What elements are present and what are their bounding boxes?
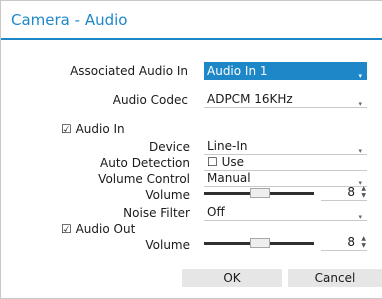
audio-in-check-box: ☑ bbox=[61, 122, 72, 136]
audio-in-label: Audio In bbox=[75, 122, 125, 136]
noise-filter-label: Noise Filter bbox=[123, 206, 190, 220]
audio-in-volume-stepper[interactable]: 8 ▲ ▼ bbox=[321, 185, 367, 201]
associated-audio-in-value: Audio In 1 bbox=[207, 64, 268, 78]
auto-detection-option-label: Use bbox=[221, 155, 245, 169]
noise-filter-value: Off bbox=[207, 205, 225, 219]
auto-detection-checkbox[interactable]: ☐ Use bbox=[204, 154, 367, 171]
spin-arrows-icon[interactable]: ▲ ▼ bbox=[361, 185, 366, 199]
associated-audio-in-select[interactable]: Audio In 1 ▾ bbox=[204, 62, 367, 80]
auto-detection-check-box: ☐ bbox=[207, 155, 218, 169]
audio-codec-label: Audio Codec bbox=[112, 93, 188, 107]
audio-in-volume-label: Volume bbox=[145, 188, 190, 202]
chevron-down-icon: ▾ bbox=[358, 72, 362, 80]
slider-thumb[interactable] bbox=[250, 238, 270, 248]
audio-codec-value: ADPCM 16KHz bbox=[207, 92, 293, 106]
spin-arrows-icon[interactable]: ▲ ▼ bbox=[361, 235, 366, 249]
cancel-button[interactable]: Cancel bbox=[288, 269, 382, 287]
audio-out-check-box: ☑ bbox=[61, 222, 72, 236]
ok-button[interactable]: OK bbox=[182, 269, 282, 287]
chevron-down-icon: ▾ bbox=[358, 100, 362, 108]
device-select[interactable]: Line-In ▾ bbox=[204, 138, 367, 155]
audio-out-volume-label: Volume bbox=[145, 238, 190, 252]
dialog-title: Camera - Audio bbox=[11, 11, 128, 29]
title-divider bbox=[1, 38, 382, 40]
volume-control-value: Manual bbox=[207, 171, 251, 185]
audio-in-checkbox[interactable]: ☑ Audio In bbox=[61, 122, 125, 136]
volume-control-label: Volume Control bbox=[98, 172, 190, 186]
audio-in-volume-value: 8 bbox=[347, 185, 355, 199]
audio-out-volume-stepper[interactable]: 8 ▲ ▼ bbox=[321, 235, 367, 251]
audio-in-volume-slider[interactable] bbox=[204, 186, 314, 201]
chevron-down-icon: ▾ bbox=[358, 213, 362, 221]
audio-out-label: Audio Out bbox=[75, 222, 136, 236]
audio-out-volume-value: 8 bbox=[347, 235, 355, 249]
auto-detection-label: Auto Detection bbox=[100, 156, 190, 170]
audio-out-volume-slider[interactable] bbox=[204, 236, 314, 251]
noise-filter-select[interactable]: Off ▾ bbox=[204, 204, 367, 221]
camera-audio-dialog: Camera - Audio Associated Audio In Audio… bbox=[0, 0, 382, 299]
device-label: Device bbox=[148, 140, 190, 154]
associated-audio-in-label: Associated Audio In bbox=[70, 64, 188, 78]
slider-thumb[interactable] bbox=[250, 188, 270, 198]
device-value: Line-In bbox=[207, 139, 248, 153]
audio-codec-select[interactable]: ADPCM 16KHz ▾ bbox=[204, 91, 367, 108]
audio-out-checkbox[interactable]: ☑ Audio Out bbox=[61, 222, 135, 236]
